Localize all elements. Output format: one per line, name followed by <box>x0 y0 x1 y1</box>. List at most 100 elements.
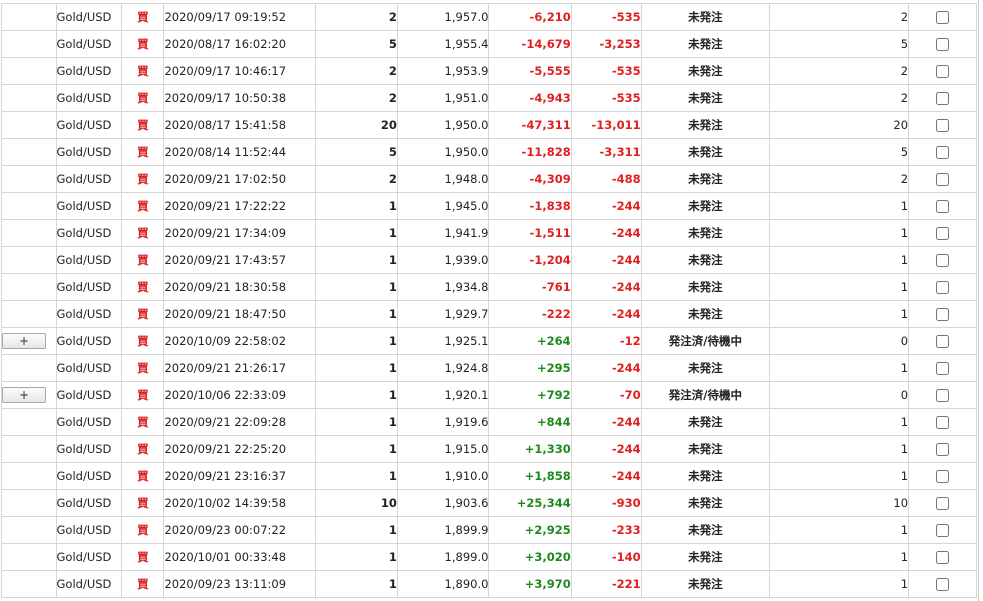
table-row[interactable]: Gold/USD 買 2020/09/21 17:34:09 1 1,941.9… <box>1 219 977 247</box>
available-quantity-cell: 0 <box>769 381 910 409</box>
row-select-checkbox[interactable] <box>936 524 949 537</box>
available-quantity-cell: 1 <box>769 219 910 247</box>
side-cell: 買 <box>121 138 165 166</box>
row-select-checkbox[interactable] <box>936 362 949 375</box>
row-select-checkbox[interactable] <box>936 200 949 213</box>
open-price-cell: 1,903.6 <box>396 489 490 517</box>
swap-cell: -244 <box>570 408 642 436</box>
select-cell <box>908 381 977 409</box>
open-time-cell: 2020/09/21 17:34:09 <box>163 219 316 247</box>
table-row[interactable]: Gold/USD 買 2020/08/17 15:41:58 20 1,950.… <box>1 111 977 139</box>
swap-cell: -13,011 <box>570 111 642 139</box>
table-row[interactable]: + Gold/USD 買 2020/10/09 22:58:02 1 1,925… <box>1 327 977 355</box>
table-row[interactable]: Gold/USD 買 2020/09/23 13:11:09 1 1,890.0… <box>1 570 977 598</box>
available-quantity-cell: 2 <box>769 165 910 193</box>
table-row[interactable]: Gold/USD 買 2020/09/21 23:16:37 1 1,910.0… <box>1 462 977 490</box>
side-cell: 買 <box>121 192 165 220</box>
table-row[interactable]: Gold/USD 買 2020/10/01 00:33:48 1 1,899.0… <box>1 543 977 571</box>
swap-cell: -12 <box>570 327 642 355</box>
select-cell <box>908 489 977 517</box>
row-select-checkbox[interactable] <box>936 119 949 132</box>
symbol-cell: Gold/USD <box>55 489 123 517</box>
symbol-cell: Gold/USD <box>55 219 123 247</box>
open-time-cell: 2020/09/21 18:30:58 <box>163 273 316 301</box>
table-row[interactable]: Gold/USD 買 2020/09/17 09:19:52 2 1,957.0… <box>1 3 977 31</box>
expand-cell <box>1 30 57 58</box>
row-select-checkbox[interactable] <box>936 281 949 294</box>
row-select-checkbox[interactable] <box>936 470 949 483</box>
row-select-checkbox[interactable] <box>936 389 949 402</box>
expand-cell: + <box>1 381 57 409</box>
table-row[interactable]: Gold/USD 買 2020/09/21 18:47:50 1 1,929.7… <box>1 300 977 328</box>
side-cell: 買 <box>121 327 165 355</box>
select-cell <box>908 246 977 274</box>
row-select-checkbox[interactable] <box>936 146 949 159</box>
table-row[interactable]: Gold/USD 買 2020/09/23 00:07:22 1 1,899.9… <box>1 516 977 544</box>
open-price-cell: 1,934.8 <box>396 273 490 301</box>
row-select-checkbox[interactable] <box>936 92 949 105</box>
select-cell <box>908 543 977 571</box>
available-quantity-cell: 5 <box>769 138 910 166</box>
quantity-cell: 1 <box>314 408 398 436</box>
row-select-checkbox[interactable] <box>936 335 949 348</box>
row-select-checkbox[interactable] <box>936 11 949 24</box>
order-status-cell: 未発注 <box>640 219 771 247</box>
swap-cell: -535 <box>570 84 642 112</box>
table-row[interactable]: Gold/USD 買 2020/09/21 22:25:20 1 1,915.0… <box>1 435 977 463</box>
order-status-cell: 未発注 <box>640 489 771 517</box>
quantity-cell: 2 <box>314 57 398 85</box>
side-cell: 買 <box>121 165 165 193</box>
side-cell: 買 <box>121 543 165 571</box>
swap-cell: -3,311 <box>570 138 642 166</box>
swap-cell: -244 <box>570 246 642 274</box>
row-select-checkbox[interactable] <box>936 497 949 510</box>
table-row[interactable]: Gold/USD 買 2020/09/17 10:46:17 2 1,953.9… <box>1 57 977 85</box>
available-quantity-cell: 2 <box>769 57 910 85</box>
side-cell: 買 <box>121 516 165 544</box>
open-time-cell: 2020/10/02 14:39:58 <box>163 489 316 517</box>
row-select-checkbox[interactable] <box>936 308 949 321</box>
profit-loss-cell: -14,679 <box>488 30 572 58</box>
table-row[interactable]: Gold/USD 買 2020/09/21 17:43:57 1 1,939.0… <box>1 246 977 274</box>
swap-cell: -244 <box>570 219 642 247</box>
symbol-cell: Gold/USD <box>55 111 123 139</box>
swap-cell: -244 <box>570 462 642 490</box>
table-row[interactable]: Gold/USD 買 2020/09/21 18:30:58 1 1,934.8… <box>1 273 977 301</box>
expand-cell <box>1 408 57 436</box>
select-cell <box>908 165 977 193</box>
symbol-cell: Gold/USD <box>55 570 123 598</box>
open-price-cell: 1,899.0 <box>396 543 490 571</box>
quantity-cell: 1 <box>314 273 398 301</box>
expand-button[interactable]: + <box>2 387 46 403</box>
table-row[interactable]: Gold/USD 買 2020/09/21 21:26:17 1 1,924.8… <box>1 354 977 382</box>
row-select-checkbox[interactable] <box>936 416 949 429</box>
row-select-checkbox[interactable] <box>936 443 949 456</box>
available-quantity-cell: 1 <box>769 570 910 598</box>
select-cell <box>908 3 977 31</box>
table-row[interactable]: Gold/USD 買 2020/09/21 22:09:28 1 1,919.6… <box>1 408 977 436</box>
order-status-cell: 未発注 <box>640 246 771 274</box>
available-quantity-cell: 2 <box>769 3 910 31</box>
row-select-checkbox[interactable] <box>936 38 949 51</box>
expand-cell <box>1 84 57 112</box>
row-select-checkbox[interactable] <box>936 578 949 591</box>
table-row[interactable]: Gold/USD 買 2020/09/17 10:50:38 2 1,951.0… <box>1 84 977 112</box>
table-row[interactable]: + Gold/USD 買 2020/10/06 22:33:09 1 1,920… <box>1 381 977 409</box>
row-select-checkbox[interactable] <box>936 65 949 78</box>
select-cell <box>908 219 977 247</box>
expand-cell <box>1 300 57 328</box>
expand-button[interactable]: + <box>2 333 46 349</box>
table-row[interactable]: Gold/USD 買 2020/10/02 14:39:58 10 1,903.… <box>1 489 977 517</box>
table-row[interactable]: Gold/USD 買 2020/09/21 17:22:22 1 1,945.0… <box>1 192 977 220</box>
table-row[interactable]: Gold/USD 買 2020/08/17 16:02:20 5 1,955.4… <box>1 30 977 58</box>
row-select-checkbox[interactable] <box>936 173 949 186</box>
table-row[interactable]: Gold/USD 買 2020/08/14 11:52:44 5 1,950.0… <box>1 138 977 166</box>
open-price-cell: 1,924.8 <box>396 354 490 382</box>
row-select-checkbox[interactable] <box>936 227 949 240</box>
row-select-checkbox[interactable] <box>936 254 949 267</box>
row-select-checkbox[interactable] <box>936 551 949 564</box>
table-row[interactable]: Gold/USD 買 2020/09/21 17:02:50 2 1,948.0… <box>1 165 977 193</box>
quantity-cell: 1 <box>314 192 398 220</box>
quantity-cell: 1 <box>314 354 398 382</box>
swap-cell: -930 <box>570 489 642 517</box>
